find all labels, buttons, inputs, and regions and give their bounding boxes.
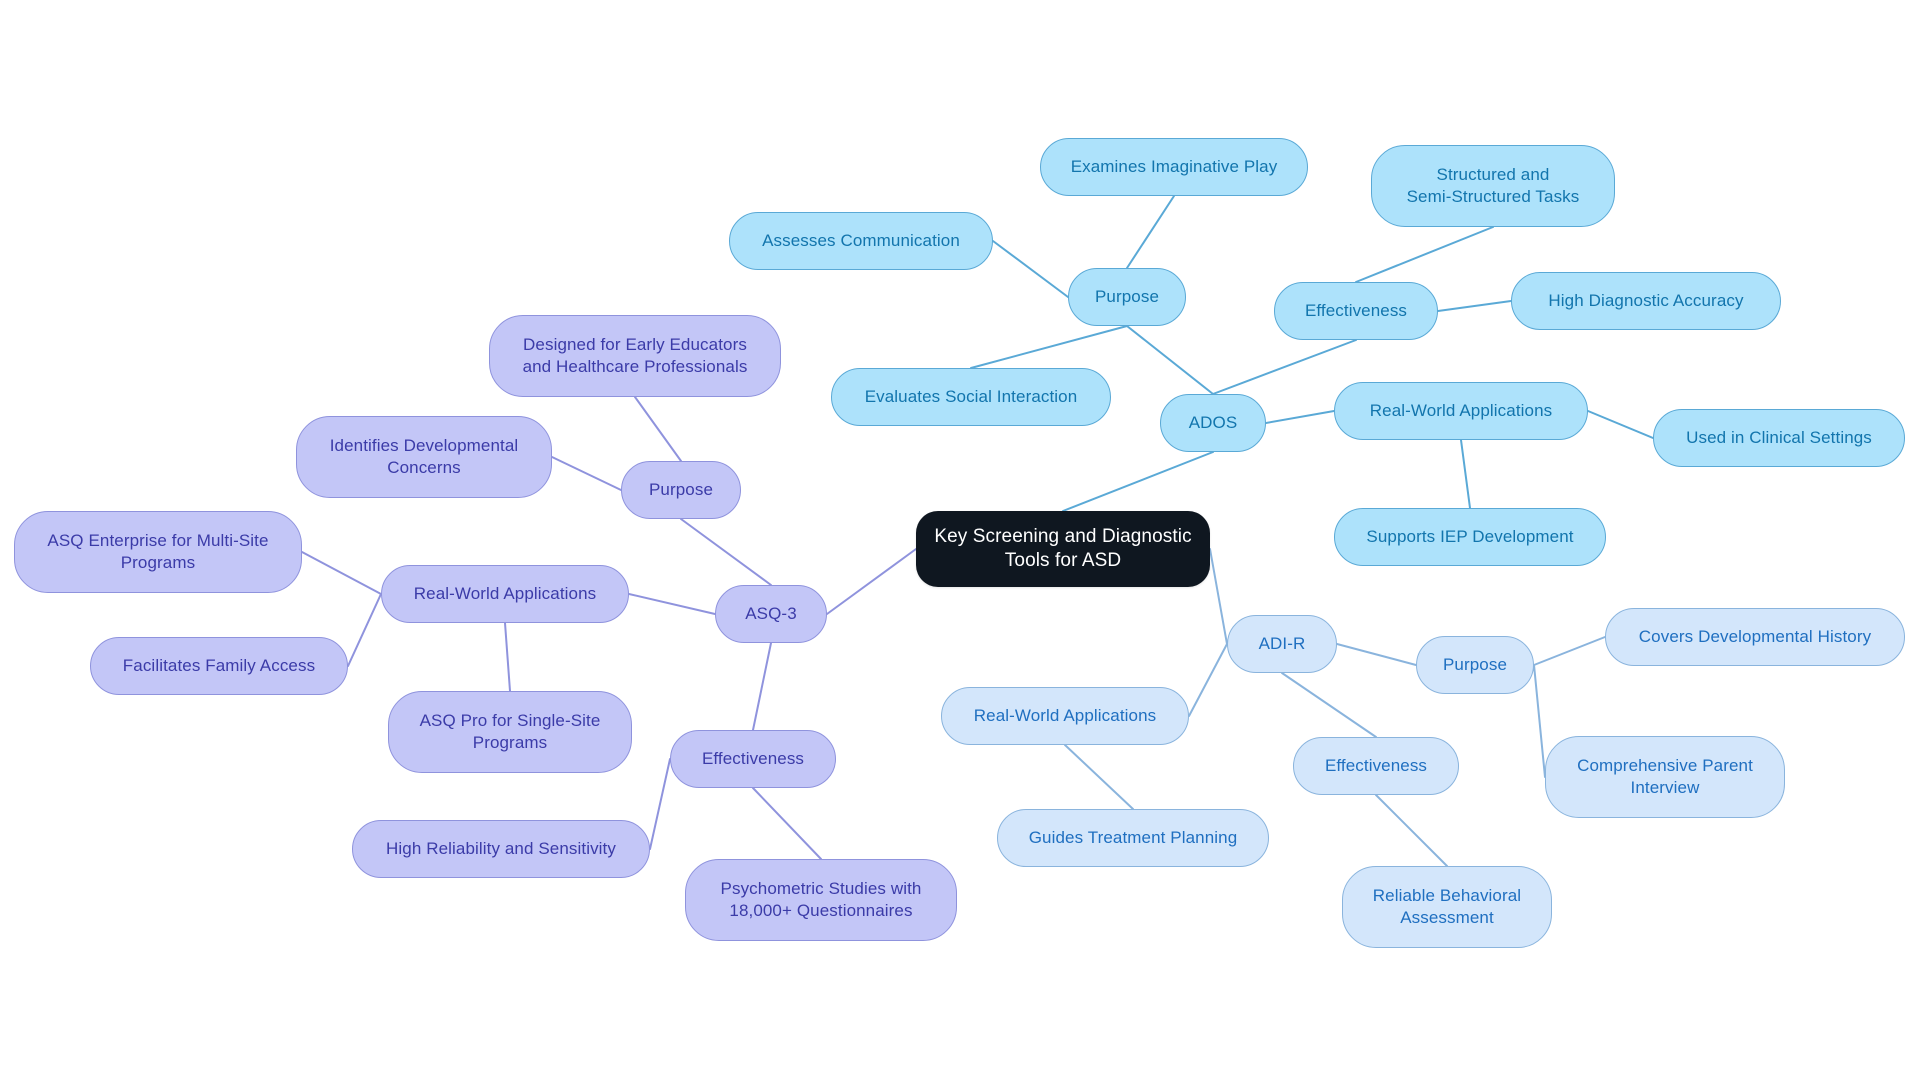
node-label: ASQ Pro for Single-Site Programs	[419, 711, 601, 752]
node-label: Structured and Semi-Structured Tasks	[1406, 165, 1580, 206]
mindmap-node-ados-e1[interactable]: Structured and Semi-Structured Tasks	[1371, 145, 1615, 227]
mindmap-node-ados-rwa[interactable]: Real-World Applications	[1334, 382, 1588, 440]
mindmap-node-adir-r1[interactable]: Guides Treatment Planning	[997, 809, 1269, 867]
mindmap-edge	[752, 787, 822, 860]
mindmap-edge	[970, 325, 1128, 369]
node-label: Purpose	[648, 480, 714, 500]
mindmap-edge	[1533, 636, 1606, 666]
node-label: Identifies Developmental Concerns	[329, 436, 519, 477]
mindmap-node-asq-eff[interactable]: Effectiveness	[670, 730, 836, 788]
mindmap-node-adir[interactable]: ADI-R	[1227, 615, 1337, 673]
mindmap-edge	[1336, 643, 1417, 666]
mindmap-node-asq-r2[interactable]: Facilitates Family Access	[90, 637, 348, 695]
node-label: Designed for Early Educators and Healthc…	[522, 335, 748, 376]
node-label: Supports IEP Development	[1366, 527, 1574, 547]
root-node[interactable]: Key Screening and Diagnostic Tools for A…	[916, 511, 1210, 587]
node-label: ADI-R	[1258, 634, 1306, 654]
mindmap-node-ados-r2[interactable]: Supports IEP Development	[1334, 508, 1606, 566]
mindmap-edge	[1533, 664, 1546, 778]
node-label: Covers Developmental History	[1638, 627, 1872, 647]
mindmap-node-adir-p2[interactable]: Comprehensive Parent Interview	[1545, 736, 1785, 818]
mindmap-node-asq-p1[interactable]: Designed for Early Educators and Healthc…	[489, 315, 781, 397]
node-label: Real-World Applications	[973, 706, 1157, 726]
mindmap-node-asq-purpose[interactable]: Purpose	[621, 461, 741, 519]
node-label: Used in Clinical Settings	[1686, 428, 1872, 448]
mindmap-node-asq-p2[interactable]: Identifies Developmental Concerns	[296, 416, 552, 498]
mindmap-edge	[1281, 672, 1377, 738]
mindmap-edge	[1437, 300, 1512, 312]
mindmap-edge	[628, 593, 716, 615]
mindmap-edge	[1460, 439, 1471, 509]
node-label: Evaluates Social Interaction	[864, 387, 1078, 407]
mindmap-edge	[301, 551, 382, 595]
node-label: Real-World Applications	[1369, 401, 1553, 421]
mindmap-node-ados-e2[interactable]: High Diagnostic Accuracy	[1511, 272, 1781, 330]
node-label: Effectiveness	[1304, 301, 1408, 321]
mindmap-edge	[1355, 226, 1494, 283]
mindmap-canvas: Key Screening and Diagnostic Tools for A…	[0, 0, 1920, 1083]
mindmap-node-adir-purpose[interactable]: Purpose	[1416, 636, 1534, 694]
mindmap-node-ados-r1[interactable]: Used in Clinical Settings	[1653, 409, 1905, 467]
mindmap-edge	[1126, 325, 1214, 395]
mindmap-node-asq-r3[interactable]: ASQ Pro for Single-Site Programs	[388, 691, 632, 773]
mindmap-node-asq3[interactable]: ASQ-3	[715, 585, 827, 643]
mindmap-edge	[634, 396, 682, 462]
node-label: Facilitates Family Access	[122, 656, 316, 676]
node-label: Assesses Communication	[762, 231, 960, 251]
mindmap-node-ados-purpose[interactable]: Purpose	[1068, 268, 1186, 326]
mindmap-edge	[1062, 451, 1214, 512]
node-label: High Reliability and Sensitivity	[386, 839, 616, 859]
node-label: Purpose	[1442, 655, 1508, 675]
mindmap-edge	[1375, 794, 1448, 867]
mindmap-edge	[1212, 339, 1357, 395]
node-label: Comprehensive Parent Interview	[1577, 756, 1753, 797]
node-label: Effectiveness	[1324, 756, 1428, 776]
mindmap-edge	[826, 548, 917, 615]
mindmap-node-asq-e1[interactable]: High Reliability and Sensitivity	[352, 820, 650, 878]
mindmap-edge	[1126, 195, 1175, 269]
node-label: Purpose	[1094, 287, 1160, 307]
mindmap-edge	[649, 758, 671, 850]
mindmap-node-ados[interactable]: ADOS	[1160, 394, 1266, 452]
mindmap-edge	[992, 240, 1069, 298]
mindmap-node-adir-rwa[interactable]: Real-World Applications	[941, 687, 1189, 745]
mindmap-node-adir-p1[interactable]: Covers Developmental History	[1605, 608, 1905, 666]
node-label: Psychometric Studies with 18,000+ Questi…	[720, 879, 922, 920]
mindmap-edge	[1587, 410, 1654, 439]
mindmap-edge	[347, 593, 382, 667]
mindmap-edge	[680, 518, 772, 586]
mindmap-edge	[551, 456, 622, 491]
mindmap-node-ados-eff[interactable]: Effectiveness	[1274, 282, 1438, 340]
mindmap-edge	[1265, 410, 1335, 424]
mindmap-node-ados-p2[interactable]: Assesses Communication	[729, 212, 993, 270]
node-label: Key Screening and Diagnostic Tools for A…	[934, 525, 1192, 571]
mindmap-edge	[1209, 548, 1228, 645]
mindmap-edge	[752, 642, 772, 731]
node-label: Effectiveness	[701, 749, 805, 769]
node-label: High Diagnostic Accuracy	[1548, 291, 1744, 311]
mindmap-node-adir-e1[interactable]: Reliable Behavioral Assessment	[1342, 866, 1552, 948]
node-label: Guides Treatment Planning	[1028, 828, 1238, 848]
node-label: ADOS	[1188, 413, 1238, 433]
node-label: Examines Imaginative Play	[1070, 157, 1278, 177]
mindmap-node-ados-p1[interactable]: Examines Imaginative Play	[1040, 138, 1308, 196]
mindmap-edge	[1064, 744, 1134, 810]
node-label: ASQ-3	[745, 604, 797, 624]
mindmap-edge	[504, 622, 511, 692]
node-label: ASQ Enterprise for Multi-Site Programs	[47, 531, 269, 572]
mindmap-node-asq-rwa[interactable]: Real-World Applications	[381, 565, 629, 623]
mindmap-node-ados-p3[interactable]: Evaluates Social Interaction	[831, 368, 1111, 426]
mindmap-node-adir-eff[interactable]: Effectiveness	[1293, 737, 1459, 795]
node-label: Reliable Behavioral Assessment	[1372, 886, 1522, 927]
mindmap-node-asq-e2[interactable]: Psychometric Studies with 18,000+ Questi…	[685, 859, 957, 941]
node-label: Real-World Applications	[413, 584, 597, 604]
mindmap-edge	[1188, 643, 1228, 717]
mindmap-node-asq-r1[interactable]: ASQ Enterprise for Multi-Site Programs	[14, 511, 302, 593]
